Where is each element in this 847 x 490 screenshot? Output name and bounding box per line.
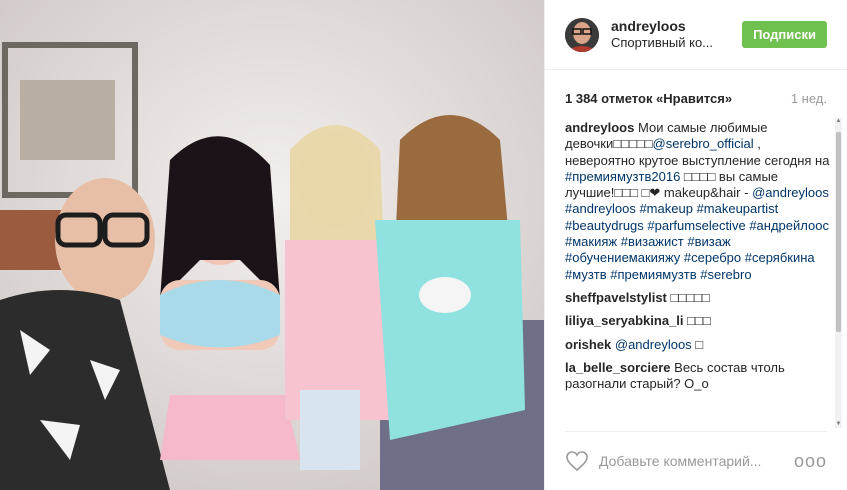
photo-illustration xyxy=(0,0,544,490)
post-photo[interactable] xyxy=(0,0,544,490)
post-header: andreyloos Спортивный ко... Подписки xyxy=(545,0,847,70)
comment-item: la_belle_sorciere Весь состав чтоль разо… xyxy=(565,360,831,393)
hashtag-link[interactable]: #музтв xyxy=(565,267,607,282)
comment-text: □□□ xyxy=(687,313,711,329)
hashtag-link[interactable]: #премиямузтв xyxy=(610,267,696,282)
hashtag-link[interactable]: #parfumselective xyxy=(647,218,745,233)
hashtag-link[interactable]: @serebro_official xyxy=(653,136,754,151)
comment-username[interactable]: la_belle_sorciere xyxy=(565,360,671,375)
comment-text: □ xyxy=(691,336,704,352)
avatar[interactable] xyxy=(565,17,599,52)
caption-username[interactable]: andreyloos xyxy=(565,120,634,135)
comment-footer: Добавьте комментарий... ooo xyxy=(565,431,827,490)
hashtag-link[interactable]: #серебро xyxy=(684,250,741,265)
hashtag-link[interactable]: #серябкина xyxy=(745,250,815,265)
comment-item: sheffpavelstylist □□□□□ xyxy=(565,290,831,306)
add-comment-input[interactable]: Добавьте комментарий... xyxy=(599,453,794,469)
hashtag-link[interactable]: #serebro xyxy=(700,267,751,282)
like-heart-icon[interactable] xyxy=(565,450,589,472)
comments-scrollbar[interactable]: ▲ ▼ xyxy=(835,118,842,428)
post-stats: 1 384 отметок «Нравится» 1 нед. xyxy=(545,70,847,108)
post-sidebar: andreyloos Спортивный ко... Подписки 1 3… xyxy=(544,0,847,490)
hashtag-link[interactable]: #beautydrugs xyxy=(565,218,644,233)
more-options-icon[interactable]: ooo xyxy=(794,451,827,472)
header-username[interactable]: andreyloos xyxy=(611,18,742,35)
comment-username[interactable]: orishek xyxy=(565,337,611,352)
scroll-down-arrow-icon[interactable]: ▼ xyxy=(835,421,842,428)
hashtag-link[interactable]: @andreyloos xyxy=(752,185,829,200)
comment-username[interactable]: liliya_seryabkina_li xyxy=(565,313,684,328)
hashtag-link[interactable]: #макияж xyxy=(565,234,617,249)
scroll-up-arrow-icon[interactable]: ▲ xyxy=(835,118,842,125)
post-view: andreyloos Спортивный ко... Подписки 1 3… xyxy=(0,0,847,490)
header-info: andreyloos Спортивный ко... xyxy=(611,18,742,51)
caption: andreyloos Мои самые любимые девочки□□□□… xyxy=(565,120,831,283)
comment-text: □□□□□ xyxy=(670,289,710,305)
hashtag-link[interactable]: #андрейлоос xyxy=(749,218,829,233)
caption-text: Мои самые любимые девочки□□□□□@serebro_o… xyxy=(565,120,829,282)
hashtag-link[interactable]: #премиямузтв2016 xyxy=(565,169,680,184)
scrollbar-thumb[interactable] xyxy=(836,132,841,332)
follow-button[interactable]: Подписки xyxy=(742,21,827,48)
comment-item: orishek @andreyloos □ xyxy=(565,337,831,353)
post-time[interactable]: 1 нед. xyxy=(791,91,827,106)
hashtag-link[interactable]: #andreyloos xyxy=(565,201,636,216)
likes-count[interactable]: 1 384 отметок «Нравится» xyxy=(565,91,732,106)
hashtag-link[interactable]: #обучениемакияжу xyxy=(565,250,680,265)
hashtag-link[interactable]: #визажист xyxy=(621,234,684,249)
hashtag-link[interactable]: #визаж xyxy=(687,234,730,249)
hashtag-link[interactable]: #makeup xyxy=(639,201,692,216)
location-label[interactable]: Спортивный ко... xyxy=(611,35,731,51)
comment-item: liliya_seryabkina_li □□□ xyxy=(565,313,831,329)
comment-username[interactable]: sheffpavelstylist xyxy=(565,290,667,305)
hashtag-link[interactable]: @andreyloos xyxy=(615,337,692,352)
hashtag-link[interactable]: #makeupartist xyxy=(697,201,779,216)
comments-list: andreyloos Мои самые любимые девочки□□□□… xyxy=(565,120,831,432)
